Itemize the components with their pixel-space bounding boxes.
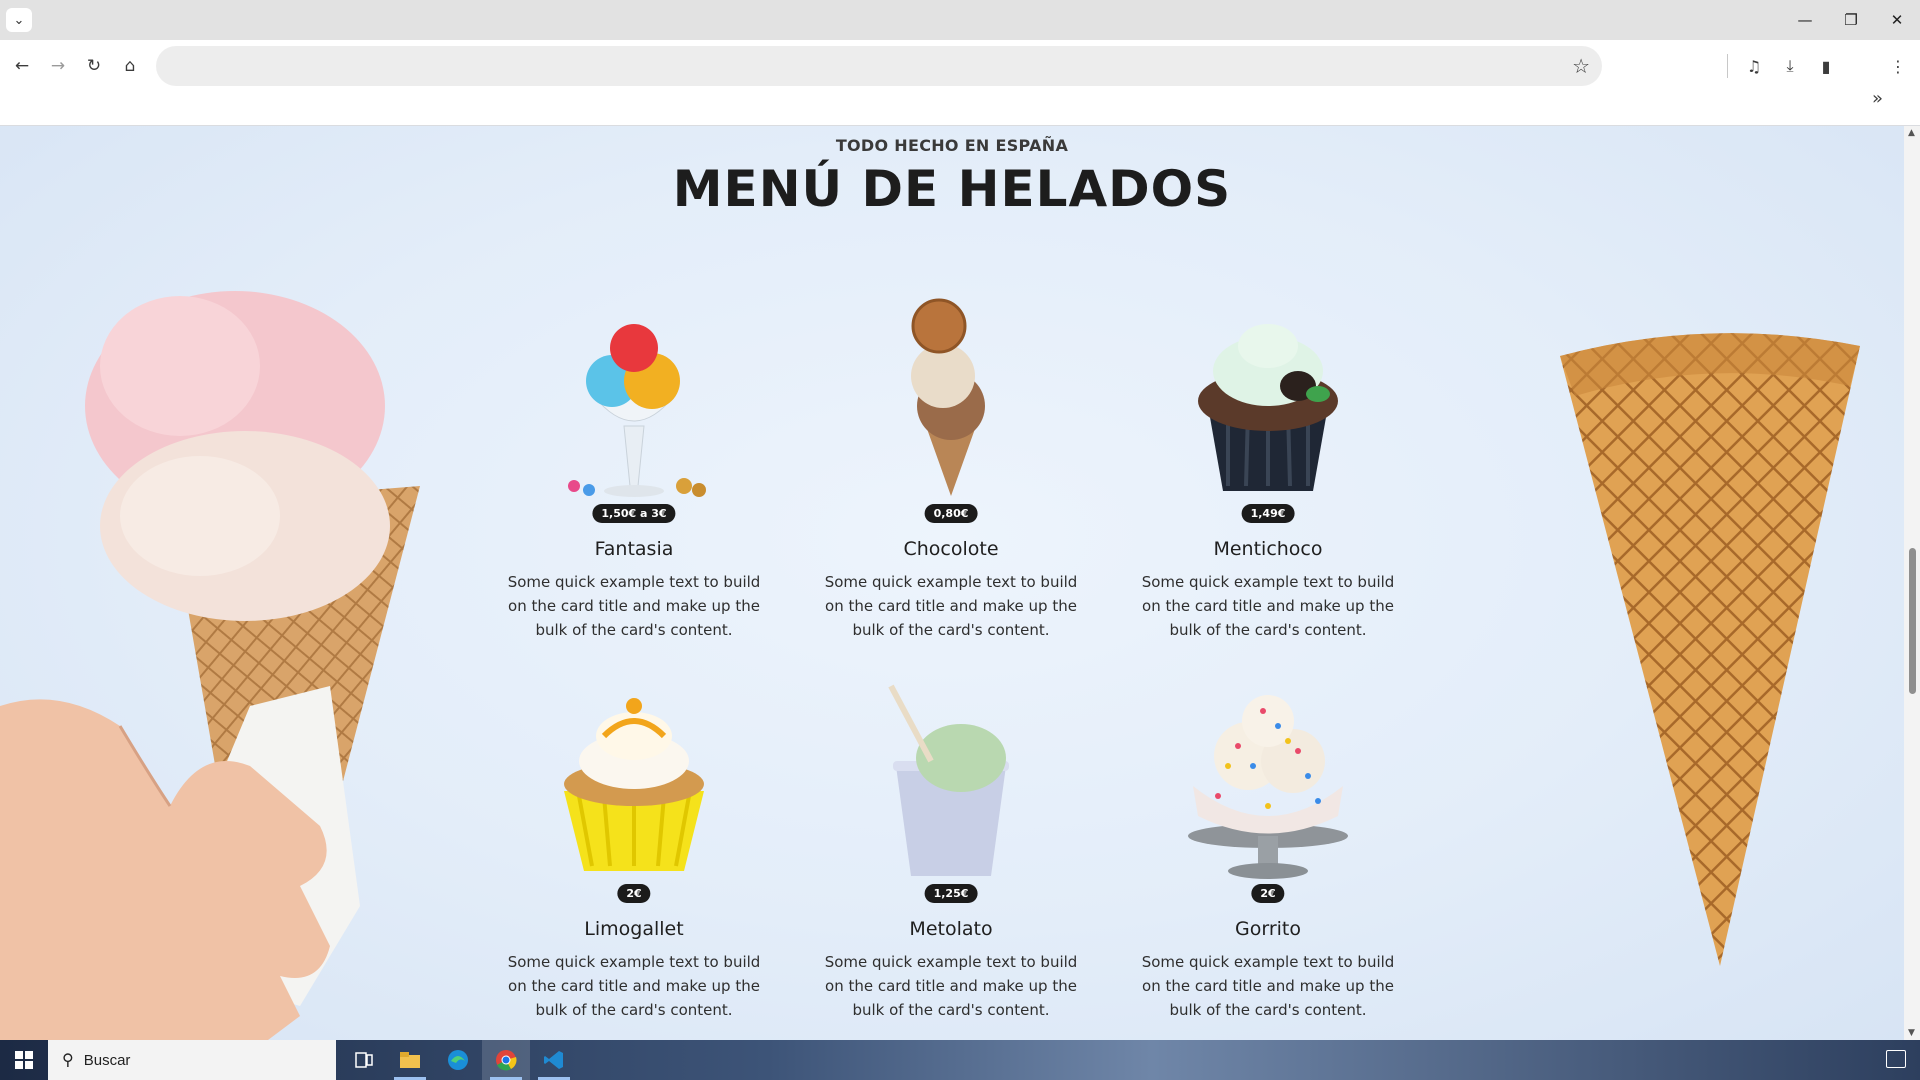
download-icon: ⤓ [1786,56,1794,75]
card-title: Chocolote [903,538,999,560]
hand-holding-cone-image [0,291,420,1040]
notification-center-icon[interactable] [1886,1050,1906,1068]
more-menu-icon: ⋮ [1890,56,1906,76]
scroll-up-icon[interactable]: ▲ [1908,128,1915,138]
price-badge: 2€ [1251,884,1285,903]
search-placeholder: Buscar [83,1051,131,1069]
card-image: 1,49€ [1118,286,1418,523]
card-text: Some quick example text to build on the … [507,953,761,1019]
bookmarks-overflow-button[interactable]: » [1872,88,1883,109]
media-controls-button[interactable]: ♫ [1738,50,1770,82]
chocolote-image [911,298,985,496]
more-menu-button[interactable]: ⋮ [1882,50,1914,82]
price-badge: 1,49€ [1241,504,1295,523]
file-explorer-button[interactable] [386,1040,434,1080]
side-panel-button[interactable]: ▮ [1810,50,1842,82]
menu-card-metolato[interactable]: 1,25€ Metolato Some quick example text t… [801,666,1101,1022]
menu-card-mentichoco[interactable]: 1,49€ Mentichoco Some quick example text… [1118,286,1418,642]
back-button[interactable]: ← [6,50,38,82]
card-text: Some quick example text to build on the … [1141,953,1395,1019]
chrome-icon [496,1050,517,1071]
menu-card-gorrito[interactable]: 2€ Gorrito Some quick example text to bu… [1118,666,1418,1022]
card-title: Gorrito [1235,918,1301,940]
task-view-icon [355,1052,373,1068]
side-panel-icon: ▮ [1821,56,1831,76]
card-text: Some quick example text to build on the … [507,573,761,639]
card-title: Metolato [909,918,993,940]
restore-button[interactable]: ❐ [1828,0,1874,40]
price-badge: 0,80€ [924,504,978,523]
tab-search-dropdown[interactable]: ⌄ [6,8,32,32]
price-badge: 1,50€ a 3€ [592,504,676,523]
windows-taskbar: ⚲ Buscar [0,1040,1920,1080]
metolato-image [888,684,1009,876]
close-button[interactable]: ✕ [1874,0,1920,40]
reload-icon: ↻ [86,56,102,76]
card-image: 2€ [484,666,784,903]
card-image: 1,25€ [801,666,1101,903]
section-eyebrow: TODO HECHO EN ESPAÑA [835,136,1069,155]
forward-icon: → [50,56,66,76]
edge-button[interactable] [434,1040,482,1080]
card-title: Mentichoco [1213,538,1323,560]
vscode-icon [544,1051,563,1069]
chrome-button[interactable] [482,1040,530,1080]
price-badge: 1,25€ [924,884,978,903]
page-scrollbar[interactable]: ▲ ▼ [1904,126,1920,1040]
mentichoco-image [1198,324,1338,491]
home-button[interactable]: ⌂ [114,50,146,82]
file-explorer-icon [400,1052,420,1068]
minimize-button[interactable]: — [1782,0,1828,40]
card-title: Fantasia [594,538,674,560]
media-controls-icon: ♫ [1746,56,1762,76]
card-text: Some quick example text to build on the … [824,573,1078,639]
browser-toolbar: ← → ↻ ⌂ ☆ ♫ ⤓ ▮ ⋮ » [0,40,1920,126]
home-icon: ⌂ [124,56,136,76]
chevron-double-right-icon: » [1872,88,1884,109]
vscode-button[interactable] [530,1040,578,1080]
back-icon: ← [14,56,30,76]
card-image: 1,50€ a 3€ [484,286,784,523]
close-icon: ✕ [1890,11,1904,29]
edge-icon [448,1050,468,1070]
taskbar-search-input[interactable]: ⚲ Buscar [48,1040,336,1080]
menu-card-fantasia[interactable]: 1,50€ a 3€ Fantasia Some quick example t… [484,286,784,642]
reload-button[interactable]: ↻ [78,50,110,82]
menu-card-limogallet[interactable]: 2€ Limogallet Some quick example text to… [484,666,784,1022]
scrollbar-thumb[interactable] [1909,548,1916,694]
chevron-down-icon: ⌄ [13,12,25,28]
menu-card-chocolote[interactable]: 0,80€ Chocolote Some quick example text … [801,286,1101,642]
minimize-icon: — [1797,11,1813,29]
browser-titlebar: ⌄ — ❐ ✕ [0,0,1920,40]
fantasia-image [568,324,706,497]
gorrito-image [1188,695,1348,879]
restore-icon: ❐ [1844,11,1858,29]
bookmark-star-icon[interactable]: ☆ [1572,54,1590,78]
card-title: Limogallet [584,918,684,940]
price-badge: 2€ [617,884,651,903]
card-image: 0,80€ [801,286,1101,523]
search-icon: ⚲ [62,1052,74,1069]
scroll-down-icon[interactable]: ▼ [1908,1028,1915,1038]
start-button[interactable] [0,1040,48,1080]
card-text: Some quick example text to build on the … [824,953,1078,1019]
address-bar[interactable]: ☆ [156,46,1602,86]
limogallet-image [564,698,704,871]
waffle-cone-image [1560,333,1860,967]
windows-logo-icon [15,1051,33,1069]
card-text: Some quick example text to build on the … [1141,573,1395,639]
card-image: 2€ [1118,666,1418,903]
toolbar-divider [1727,54,1728,78]
downloads-button[interactable]: ⤓ [1774,50,1806,82]
forward-button[interactable]: → [42,50,74,82]
page-viewport: TODO HECHO EN ESPAÑA MENÚ DE HELADOS 1,5… [0,126,1904,1040]
task-view-button[interactable] [340,1040,388,1080]
